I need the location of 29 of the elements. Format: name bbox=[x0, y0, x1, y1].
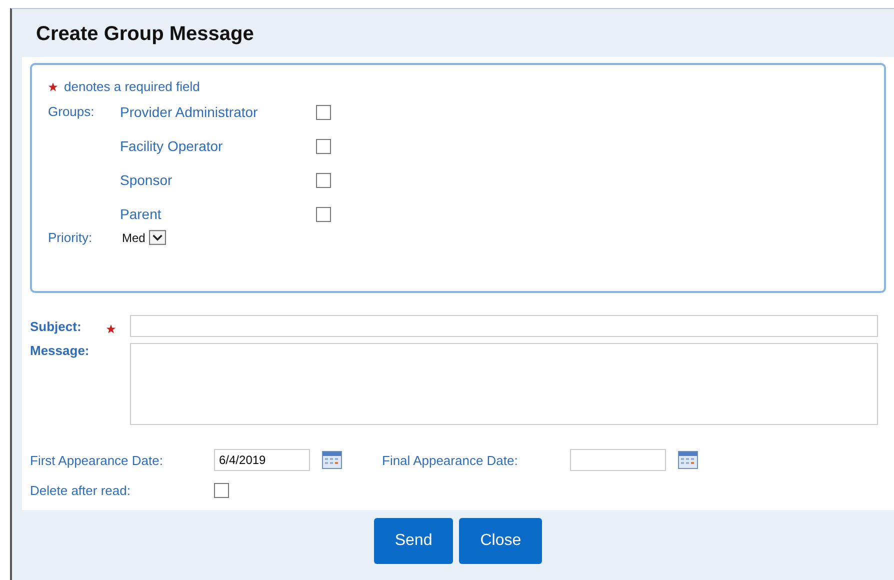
required-note: denotes a required field bbox=[64, 79, 200, 94]
final-appearance-date-label: Final Appearance Date: bbox=[382, 452, 519, 468]
group-checkbox[interactable] bbox=[316, 206, 331, 222]
calendar-icon[interactable] bbox=[678, 451, 698, 469]
group-checkbox[interactable] bbox=[316, 172, 331, 188]
message-field[interactable] bbox=[130, 343, 878, 425]
group-checkbox[interactable] bbox=[316, 104, 331, 120]
send-button[interactable]: Send bbox=[374, 518, 454, 564]
groups-label: Groups: bbox=[48, 103, 96, 121]
required-star-icon bbox=[48, 82, 58, 92]
message-label: Message: bbox=[30, 343, 90, 358]
caret-icon[interactable] bbox=[149, 230, 166, 245]
dialog-title: Create Group Message bbox=[35, 22, 255, 47]
group-label: Facility Operator bbox=[120, 138, 224, 154]
subject-field[interactable] bbox=[130, 315, 878, 337]
group-checkbox[interactable] bbox=[316, 138, 331, 154]
delete-after-read-checkbox[interactable] bbox=[214, 483, 229, 498]
group-label: Provider Administrator bbox=[120, 104, 259, 120]
first-appearance-date-label: First Appearance Date: bbox=[30, 452, 164, 468]
delete-after-read-label: Delete after read: bbox=[30, 483, 132, 498]
priority-label: Priority: bbox=[48, 230, 94, 245]
first-appearance-date-field[interactable]: 6/4/2019 bbox=[214, 449, 310, 471]
close-button[interactable]: Close bbox=[459, 518, 542, 564]
calendar-icon[interactable] bbox=[322, 451, 342, 469]
priority-select[interactable]: Med bbox=[120, 230, 166, 245]
subject-label: Subject: bbox=[30, 318, 82, 334]
group-label: Sponsor bbox=[120, 172, 174, 188]
group-label: Parent bbox=[120, 206, 162, 222]
final-appearance-date-field[interactable] bbox=[570, 449, 666, 471]
